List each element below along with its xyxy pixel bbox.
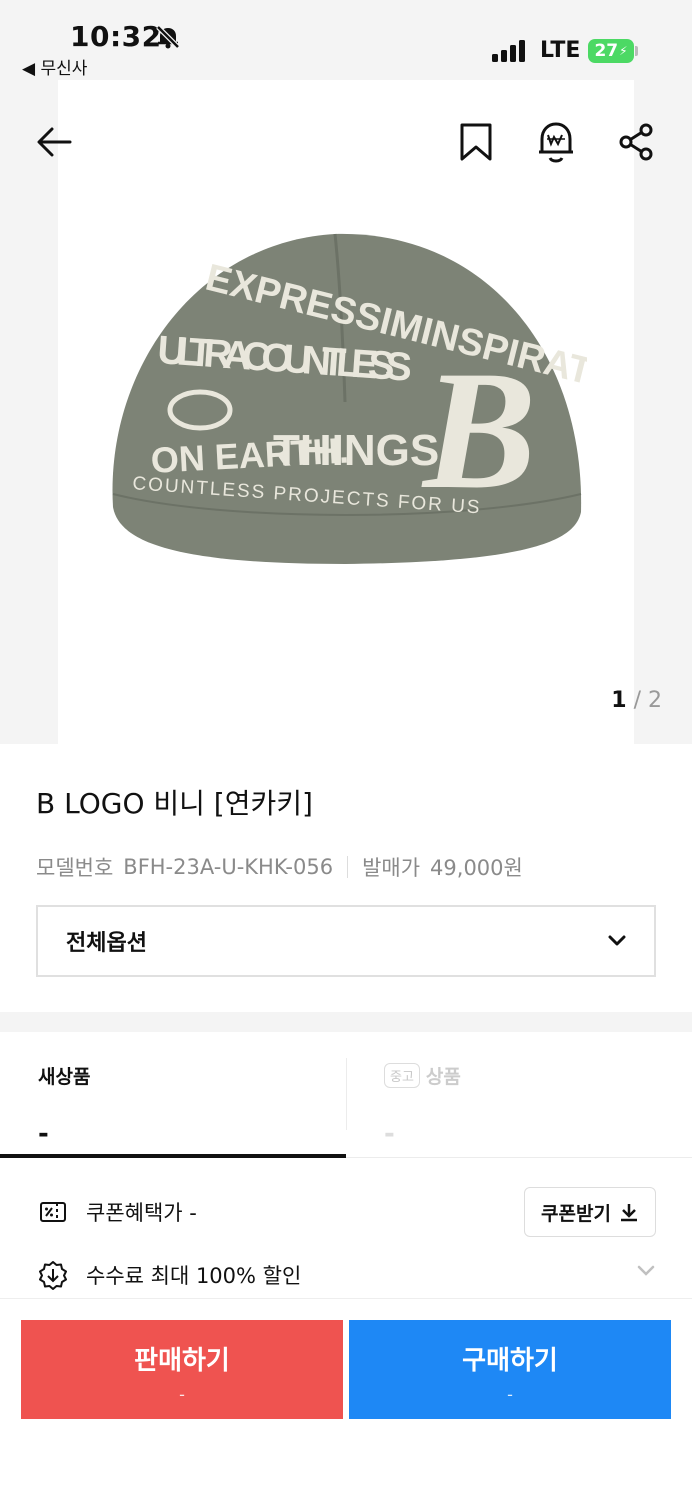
buy-button-price: - bbox=[507, 1385, 513, 1404]
battery-indicator: 27 ⚡ bbox=[588, 39, 634, 63]
charging-bolt-icon: ⚡ bbox=[619, 44, 628, 58]
product-image-gallery[interactable]: EXPRESSIMINSPIRATION ULTRACOUNTLESS THIN… bbox=[0, 0, 692, 744]
image-page-counter: 1 / 2 bbox=[611, 688, 662, 713]
back-arrow-icon[interactable] bbox=[32, 120, 76, 164]
fee-discount-label: 수수료 최대 100% 할인 bbox=[86, 1264, 302, 1288]
product-meta: 모델번호 BFH-23A-U-KHK-056 발매가 49,000원 bbox=[36, 852, 523, 882]
tab-new-product[interactable]: 새상품 - bbox=[0, 1032, 346, 1158]
network-type: LTE bbox=[540, 38, 581, 63]
tab-divider bbox=[346, 1058, 347, 1130]
cellular-signal-icon bbox=[492, 40, 525, 62]
image-page-total: 2 bbox=[648, 688, 662, 713]
image-page-current: 1 bbox=[611, 688, 627, 713]
status-bar: 10:32 ◀ 무신사 LTE 27 ⚡ bbox=[0, 0, 692, 80]
used-chip: 중고 bbox=[384, 1063, 420, 1088]
share-icon[interactable] bbox=[614, 120, 658, 164]
option-select[interactable]: 전체옵션 bbox=[36, 905, 656, 977]
tab-new-label: 새상품 bbox=[38, 1066, 91, 1088]
fee-discount-row[interactable]: 수수료 최대 100% 할인 bbox=[38, 1258, 301, 1292]
section-divider bbox=[0, 1012, 692, 1032]
coupon-price-label: 쿠폰혜택가 - bbox=[86, 1201, 197, 1225]
discount-badge-icon bbox=[39, 1261, 67, 1290]
battery-level: 27 bbox=[594, 41, 619, 61]
image-page-separator: / bbox=[626, 688, 648, 713]
sell-button-price: - bbox=[179, 1385, 185, 1404]
get-coupon-label: 쿠폰받기 bbox=[541, 1202, 611, 1225]
product-title: B LOGO 비니 [연카키] bbox=[36, 787, 313, 820]
buy-button-label: 구매하기 bbox=[462, 1346, 558, 1376]
coupon-icon bbox=[40, 1202, 66, 1222]
option-select-label: 전체옵션 bbox=[66, 931, 147, 956]
battery-tip bbox=[635, 46, 638, 56]
release-price-value: 49,000원 bbox=[430, 856, 523, 880]
sell-button-label: 판매하기 bbox=[134, 1346, 230, 1376]
status-time: 10:32 bbox=[70, 20, 162, 53]
expand-chevron-icon[interactable] bbox=[636, 1264, 656, 1278]
get-coupon-button[interactable]: 쿠폰받기 bbox=[524, 1187, 656, 1237]
tab-new-price: - bbox=[38, 1119, 49, 1149]
sell-button[interactable]: 판매하기 - bbox=[21, 1320, 343, 1419]
download-icon bbox=[620, 1204, 637, 1222]
model-number-value: BFH-23A-U-KHK-056 bbox=[123, 855, 334, 879]
product-image-beanie: EXPRESSIMINSPIRATION ULTRACOUNTLESS THIN… bbox=[112, 233, 587, 564]
beanie-logo-letter: B bbox=[421, 336, 536, 524]
back-to-app-link[interactable]: ◀ 무신사 bbox=[22, 54, 87, 79]
coupon-row: 쿠폰혜택가 - bbox=[38, 1196, 197, 1228]
tab-used-product[interactable]: 중고 상품 - bbox=[346, 1032, 692, 1158]
tab-used-label-group: 중고 상품 bbox=[384, 1062, 461, 1089]
price-alert-bell-icon[interactable] bbox=[534, 120, 578, 164]
model-number-label: 모델번호 bbox=[36, 856, 114, 880]
tab-used-price: - bbox=[384, 1119, 395, 1149]
bell-muted-icon bbox=[156, 25, 180, 49]
release-price-label: 발매가 bbox=[362, 856, 421, 880]
bookmark-icon[interactable] bbox=[454, 120, 498, 164]
tab-used-label: 상품 bbox=[425, 1066, 461, 1088]
buy-button[interactable]: 구매하기 - bbox=[349, 1320, 671, 1419]
meta-divider bbox=[347, 856, 349, 878]
chevron-down-icon bbox=[608, 935, 626, 946]
